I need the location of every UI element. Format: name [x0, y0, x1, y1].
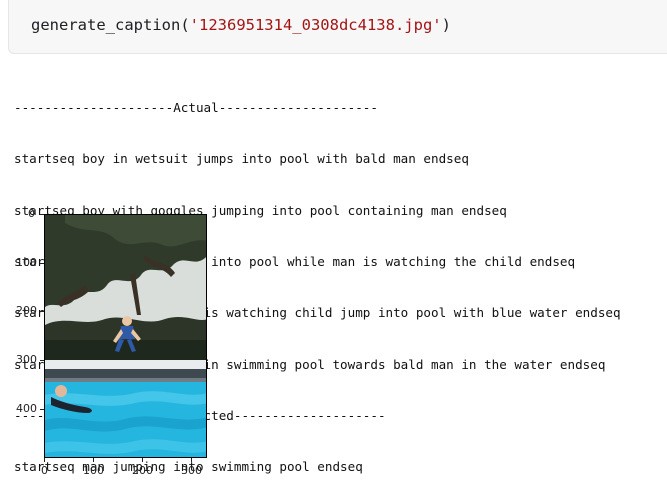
x-tick-label: 100	[83, 464, 104, 477]
y-tick-mark-400	[40, 409, 44, 410]
y-tick-mark-100	[40, 263, 44, 264]
y-tick-label: 300	[16, 353, 37, 366]
code-input[interactable]: generate_caption('1236951314_0308dc4138.…	[31, 16, 451, 34]
x-tick-mark-0	[44, 458, 45, 462]
y-tick-label: 200	[16, 304, 37, 317]
image-plot: 0 100 200 300 400 0 100 200 300	[0, 200, 230, 503]
code-cell[interactable]: generate_caption('1236951314_0308dc4138.…	[8, 0, 667, 54]
y-tick-label: 0	[28, 207, 35, 220]
y-tick-label: 400	[16, 402, 37, 415]
actual-caption-1: startseq boy in wetsuit jumps into pool …	[14, 151, 469, 167]
pool-photo	[44, 214, 207, 458]
y-tick-label: 100	[16, 256, 37, 269]
pool-photo-graphic	[45, 215, 206, 457]
y-tick-mark-0	[40, 214, 44, 215]
open-paren: (	[180, 16, 190, 34]
x-tick-mark-200	[142, 458, 143, 462]
x-tick-label: 200	[132, 464, 153, 477]
y-tick-mark-200	[40, 311, 44, 312]
x-tick-label: 300	[181, 464, 202, 477]
y-tick-mark-300	[40, 360, 44, 361]
x-tick-label: 0	[41, 464, 48, 477]
filename-argument: '1236951314_0308dc4138.jpg'	[189, 16, 442, 34]
function-name: generate_caption	[31, 16, 181, 34]
x-tick-mark-100	[93, 458, 94, 462]
x-tick-mark-300	[191, 458, 192, 462]
close-paren: )	[441, 16, 451, 34]
actual-separator: ---------------------Actual-------------…	[14, 100, 378, 116]
